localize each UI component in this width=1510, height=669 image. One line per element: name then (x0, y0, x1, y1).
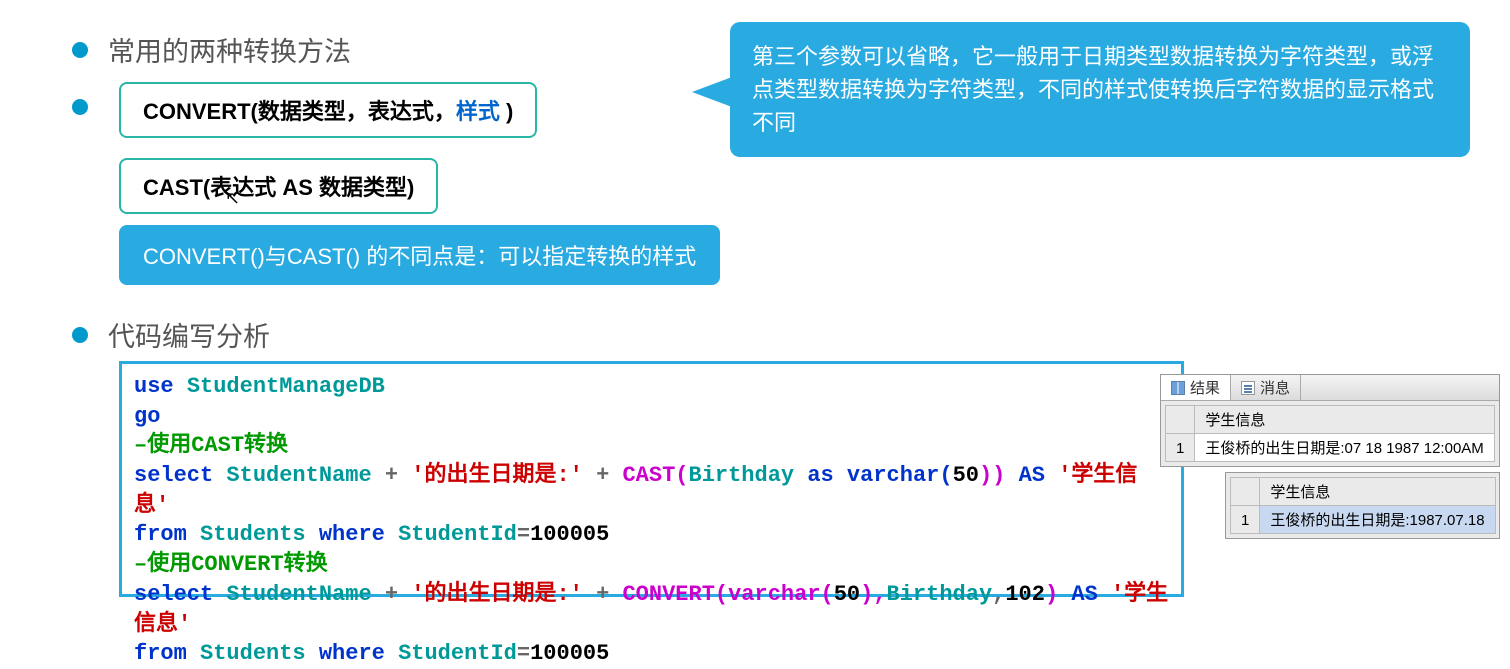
table-row[interactable]: 1 王俊桥的出生日期是:07 18 1987 12:00AM (1166, 434, 1495, 462)
results-panel-cast: 结果 消息 学生信息 1 王俊桥的出生日期是:07 18 1987 12:00A… (1160, 374, 1500, 467)
bullet-icon (72, 327, 88, 343)
callout-explanation: 第三个参数可以省略，它一般用于日期类型数据转换为字符类型，或浮点类型数据转换为字… (730, 22, 1470, 157)
row-number: 1 (1231, 506, 1260, 534)
convert-style-kw: 样式 (456, 99, 506, 124)
code-line: from Students where StudentId=100005 (134, 520, 1169, 550)
cell-value: 王俊桥的出生日期是:07 18 1987 12:00AM (1195, 434, 1494, 462)
row-number: 1 (1166, 434, 1195, 462)
convert-close: ) (506, 99, 513, 124)
code-panel: use StudentManageDB go –使用CAST转换 select … (119, 361, 1184, 597)
tab-results-label: 结果 (1190, 377, 1220, 398)
code-line: from Students where StudentId=100005 (134, 639, 1169, 669)
bullet-icon (72, 99, 88, 115)
results-grid: 学生信息 1 王俊桥的出生日期是:1987.07.18 (1230, 477, 1496, 534)
column-header: 学生信息 (1195, 406, 1494, 434)
results-grid: 学生信息 1 王俊桥的出生日期是:07 18 1987 12:00AM (1165, 405, 1495, 462)
bullet-icon (72, 42, 88, 58)
cell-value: 王俊桥的出生日期是:1987.07.18 (1260, 506, 1495, 534)
tab-messages-label: 消息 (1260, 377, 1290, 398)
column-header: 学生信息 (1260, 478, 1495, 506)
code-line: go (134, 402, 1169, 432)
corner-cell (1166, 406, 1195, 434)
results-tabs: 结果 消息 (1161, 375, 1499, 401)
corner-cell (1231, 478, 1260, 506)
message-icon (1241, 381, 1255, 395)
heading-convert-methods: 常用的两种转换方法 (108, 30, 351, 69)
code-line: select StudentName + '的出生日期是:' + CAST(Bi… (134, 461, 1169, 520)
grid-icon (1171, 381, 1185, 395)
cursor-icon: ↖ (225, 188, 240, 209)
convert-args: 数据类型，表达式， (258, 99, 456, 124)
table-row[interactable]: 1 王俊桥的出生日期是:1987.07.18 (1231, 506, 1496, 534)
convert-fn: CONVERT( (143, 99, 258, 124)
code-line: select StudentName + '的出生日期是:' + CONVERT… (134, 580, 1169, 639)
syntax-cast-box: CAST(表达式 AS 数据类型) (119, 158, 438, 214)
heading-code-analysis: 代码编写分析 (108, 315, 270, 354)
code-line: –使用CAST转换 (134, 431, 1169, 461)
tab-messages[interactable]: 消息 (1231, 375, 1301, 400)
code-line: –使用CONVERT转换 (134, 550, 1169, 580)
code-line: use StudentManageDB (134, 372, 1169, 402)
tab-results[interactable]: 结果 (1161, 375, 1231, 400)
results-panel-convert: 学生信息 1 王俊桥的出生日期是:1987.07.18 (1225, 472, 1500, 539)
syntax-convert-box: CONVERT(数据类型，表达式，样式 ) (119, 82, 537, 138)
cast-text: CAST(表达式 AS 数据类型) (143, 175, 414, 200)
note-difference: CONVERT()与CAST() 的不同点是：可以指定转换的样式 (119, 225, 720, 285)
